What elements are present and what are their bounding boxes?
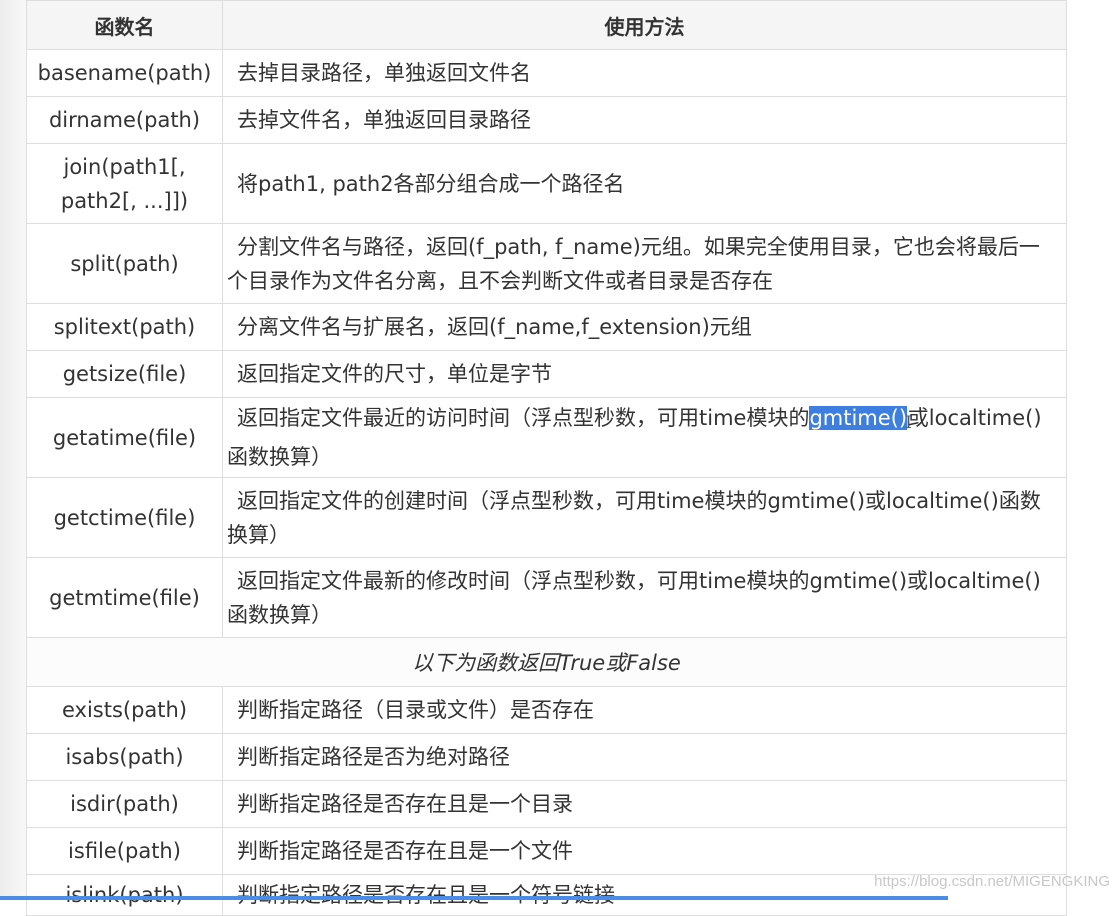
table-row: getatime(file) 返回指定文件最近的访问时间（浮点型秒数，可用tim… <box>26 397 1067 478</box>
table-row: basename(path) 去掉目录路径，单独返回文件名 <box>26 49 1067 97</box>
usage-cell: 返回指定文件的尺寸，单位是字节 <box>222 350 1067 398</box>
function-name-cell: isdir(path) <box>26 780 223 828</box>
function-name-cell: join(path1[, path2[, ...]]) <box>26 143 223 224</box>
table-row: dirname(path) 去掉文件名，单独返回目录路径 <box>26 96 1067 144</box>
function-name-cell: exists(path) <box>26 686 223 734</box>
table-header-row: 函数名 使用方法 <box>26 0 1067 50</box>
table-row: exists(path) 判断指定路径（目录或文件）是否存在 <box>26 686 1067 734</box>
usage-cell: 判断指定路径（目录或文件）是否存在 <box>222 686 1067 734</box>
text-selection-highlight[interactable]: gmtime() <box>809 406 908 430</box>
section-row: 以下为函数返回True或False <box>26 637 1067 687</box>
table-row: getctime(file) 返回指定文件的创建时间（浮点型秒数，可用time模… <box>26 477 1067 558</box>
table-row: split(path) 分割文件名与路径，返回(f_path, f_name)元… <box>26 223 1067 304</box>
function-name-cell: basename(path) <box>26 49 223 97</box>
usage-cell: 去掉目录路径，单独返回文件名 <box>222 49 1067 97</box>
function-name-cell: islink(path) <box>26 874 223 916</box>
table-row: isdir(path) 判断指定路径是否存在且是一个目录 <box>26 780 1067 828</box>
table-row: splitext(path) 分离文件名与扩展名，返回(f_name,f_ext… <box>26 303 1067 351</box>
os-path-functions-table: 函数名 使用方法 basename(path) 去掉目录路径，单独返回文件名 d… <box>26 0 1067 916</box>
table-row: getsize(file) 返回指定文件的尺寸，单位是字节 <box>26 350 1067 398</box>
usage-cell: 判断指定路径是否存在且是一个文件 <box>222 827 1067 875</box>
usage-text-before: 返回指定文件最近的访问时间（浮点型秒数，可用time模块的 <box>237 406 810 430</box>
usage-cell[interactable]: 返回指定文件最近的访问时间（浮点型秒数，可用time模块的gmtime()I或l… <box>222 397 1067 478</box>
header-function-name: 函数名 <box>26 0 223 50</box>
function-name-cell: isabs(path) <box>26 733 223 781</box>
usage-cell: 分离文件名与扩展名，返回(f_name,f_extension)元组 <box>222 303 1067 351</box>
usage-cell: 判断指定路径是否为绝对路径 <box>222 733 1067 781</box>
function-name-cell: getctime(file) <box>26 477 223 558</box>
usage-cell: 返回指定文件的创建时间（浮点型秒数，可用time模块的gmtime()或loca… <box>222 477 1067 558</box>
usage-cell: 去掉文件名，单独返回目录路径 <box>222 96 1067 144</box>
function-name-cell: isfile(path) <box>26 827 223 875</box>
bottom-progress-bar <box>0 896 948 900</box>
header-usage: 使用方法 <box>222 0 1067 50</box>
usage-cell: 分割文件名与路径，返回(f_path, f_name)元组。如果完全使用目录，它… <box>222 223 1067 304</box>
watermark-text: https://blog.csdn.net/MIGENGKING <box>874 873 1110 890</box>
function-name-cell: split(path) <box>26 223 223 304</box>
table-row: getmtime(file) 返回指定文件最新的修改时间（浮点型秒数，可用tim… <box>26 557 1067 638</box>
function-name-cell: dirname(path) <box>26 96 223 144</box>
function-name-cell: getsize(file) <box>26 350 223 398</box>
usage-cell: 将path1, path2各部分组合成一个路径名 <box>222 143 1067 224</box>
function-name-cell: getatime(file) <box>26 397 223 478</box>
usage-cell: 返回指定文件最新的修改时间（浮点型秒数，可用time模块的gmtime()或lo… <box>222 557 1067 638</box>
table-row: isfile(path) 判断指定路径是否存在且是一个文件 <box>26 827 1067 875</box>
usage-cell: 判断指定路径是否存在且是一个目录 <box>222 780 1067 828</box>
function-name-cell: splitext(path) <box>26 303 223 351</box>
table-row: join(path1[, path2[, ...]]) 将path1, path… <box>26 143 1067 224</box>
function-name-cell: getmtime(file) <box>26 557 223 638</box>
section-label: 以下为函数返回True或False <box>26 637 1067 687</box>
left-margin <box>0 0 26 900</box>
table-row: isabs(path) 判断指定路径是否为绝对路径 <box>26 733 1067 781</box>
